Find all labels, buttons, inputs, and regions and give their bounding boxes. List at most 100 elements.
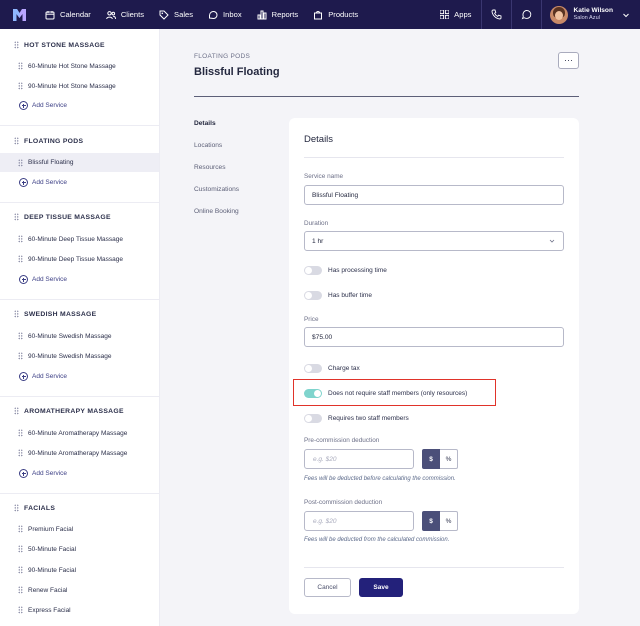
category-deep-tissue-massage[interactable]: DEEP TISSUE MASSAGE <box>14 213 111 221</box>
service-item[interactable]: Premium Facial <box>18 525 73 533</box>
service-item[interactable]: 50-Minute Facial <box>18 545 76 553</box>
nav-products[interactable]: Products <box>313 0 358 29</box>
pre-commission-input[interactable]: e.g. $20 <box>304 449 414 469</box>
drag-handle-icon[interactable] <box>14 137 19 145</box>
service-item-active[interactable]: Blissful Floating <box>0 153 159 172</box>
buffer-time-toggle[interactable] <box>304 291 322 300</box>
drag-handle-icon[interactable] <box>14 407 19 415</box>
inbox-icon <box>209 10 218 19</box>
service-item[interactable]: 90-Minute Aromatherapy Massage <box>18 449 127 457</box>
phone-button[interactable] <box>482 0 511 29</box>
drag-handle-icon[interactable] <box>18 566 23 574</box>
section-tab-locations[interactable]: Locations <box>194 142 239 164</box>
add-service-label: Add Service <box>32 470 68 477</box>
nav-reports[interactable]: Reports <box>257 0 298 29</box>
section-tab-online-booking[interactable]: Online Booking <box>194 208 239 230</box>
add-service-label: Add Service <box>32 102 68 109</box>
unit-percent-button[interactable]: % <box>440 449 458 469</box>
category-name: SWEDISH MASSAGE <box>24 310 97 318</box>
service-item[interactable]: 90-Minute Facial <box>18 566 76 574</box>
drag-handle-icon[interactable] <box>14 310 19 318</box>
service-item[interactable]: 60-Minute Swedish Massage <box>18 332 111 340</box>
save-button[interactable]: Save <box>359 578 403 597</box>
drag-handle-icon[interactable] <box>18 586 23 594</box>
user-name: Katie Wilson <box>573 7 613 14</box>
unit-dollar-button[interactable]: $ <box>422 449 440 469</box>
drag-handle-icon[interactable] <box>18 158 23 167</box>
chat-button[interactable] <box>512 0 541 29</box>
drag-handle-icon[interactable] <box>18 352 23 360</box>
processing-time-label: Has processing time <box>328 267 387 274</box>
drag-handle-icon[interactable] <box>18 62 23 70</box>
no-staff-required-toggle[interactable] <box>304 389 322 398</box>
drag-handle-icon[interactable] <box>18 525 23 533</box>
drag-handle-icon[interactable] <box>18 449 23 457</box>
nav-inbox-label: Inbox <box>223 10 242 19</box>
category-floating-pods[interactable]: FLOATING PODS <box>14 137 83 145</box>
app-logo[interactable] <box>13 8 26 21</box>
category-divider <box>0 299 159 300</box>
section-tab-details[interactable]: Details <box>194 120 239 142</box>
drag-handle-icon[interactable] <box>14 213 19 221</box>
service-item[interactable]: Renew Facial <box>18 586 67 594</box>
service-item[interactable]: 90-Minute Deep Tissue Massage <box>18 255 123 263</box>
service-item[interactable]: 90-Minute Swedish Massage <box>18 352 111 360</box>
two-staff-toggle[interactable] <box>304 414 322 423</box>
drag-handle-icon[interactable] <box>18 429 23 437</box>
duration-select[interactable]: 1 hr <box>304 231 564 251</box>
user-menu[interactable]: Katie Wilson Salon Azul <box>542 0 640 29</box>
drag-handle-icon[interactable] <box>18 545 23 553</box>
charge-tax-toggle[interactable] <box>304 364 322 373</box>
add-service-button[interactable]: Add Service <box>19 178 67 187</box>
add-service-button[interactable]: Add Service <box>19 101 67 110</box>
service-item[interactable]: 60-Minute Aromatherapy Massage <box>18 429 127 437</box>
category-aromatherapy-massage[interactable]: AROMATHERAPY MASSAGE <box>14 407 124 415</box>
apps-button[interactable]: Apps <box>430 10 481 19</box>
price-input[interactable]: $75.00 <box>304 327 564 347</box>
drag-handle-icon[interactable] <box>18 332 23 340</box>
service-name: 60-Minute Aromatherapy Massage <box>28 429 128 437</box>
pre-commission-label: Pre-commission deduction <box>304 437 380 444</box>
unit-dollar-button[interactable]: $ <box>422 511 440 531</box>
nav-calendar[interactable]: Calendar <box>45 0 91 29</box>
cancel-button[interactable]: Cancel <box>304 578 351 597</box>
drag-handle-icon[interactable] <box>14 41 19 49</box>
add-service-button[interactable]: Add Service <box>19 275 67 284</box>
section-tab-resources[interactable]: Resources <box>194 164 239 186</box>
service-item[interactable]: Express Facial <box>18 606 71 614</box>
drag-handle-icon[interactable] <box>18 606 23 614</box>
unit-percent-button[interactable]: % <box>440 511 458 531</box>
more-options-button[interactable]: ··· <box>558 52 579 69</box>
card-footer-divider <box>304 567 564 568</box>
phone-icon <box>492 9 502 20</box>
add-service-label: Add Service <box>32 276 68 283</box>
service-item[interactable]: 90-Minute Hot Stone Massage <box>18 82 116 90</box>
calendar-icon <box>45 10 55 19</box>
drag-handle-icon[interactable] <box>14 504 19 512</box>
nav-clients[interactable]: Clients <box>106 0 144 29</box>
post-commission-input[interactable]: e.g. $20 <box>304 511 414 531</box>
drag-handle-icon[interactable] <box>18 235 23 243</box>
add-service-button[interactable]: Add Service <box>19 469 67 478</box>
service-name: 90-Minute Aromatherapy Massage <box>28 449 128 457</box>
category-hot-stone-massage[interactable]: HOT STONE MASSAGE <box>14 41 105 49</box>
category-facials[interactable]: FACIALS <box>14 504 55 512</box>
breadcrumb[interactable]: FLOATING PODS <box>194 53 250 60</box>
service-item[interactable]: 60-Minute Deep Tissue Massage <box>18 235 123 243</box>
nav-clients-label: Clients <box>120 10 145 19</box>
section-tab-customizations[interactable]: Customizations <box>194 186 239 208</box>
category-swedish-massage[interactable]: SWEDISH MASSAGE <box>14 310 96 318</box>
nav-sales[interactable]: Sales <box>159 0 193 29</box>
plus-circle-icon <box>19 372 28 381</box>
chat-icon <box>522 10 532 20</box>
category-name: HOT STONE MASSAGE <box>24 41 105 49</box>
processing-time-toggle[interactable] <box>304 266 322 275</box>
service-item[interactable]: 60-Minute Hot Stone Massage <box>18 62 116 70</box>
service-name: 90-Minute Deep Tissue Massage <box>28 255 124 263</box>
drag-handle-icon[interactable] <box>18 255 23 263</box>
avatar <box>550 5 569 24</box>
drag-handle-icon[interactable] <box>18 82 23 90</box>
service-name-input[interactable]: Blissful Floating <box>304 185 564 205</box>
nav-inbox[interactable]: Inbox <box>208 0 242 29</box>
add-service-button[interactable]: Add Service <box>19 372 67 381</box>
